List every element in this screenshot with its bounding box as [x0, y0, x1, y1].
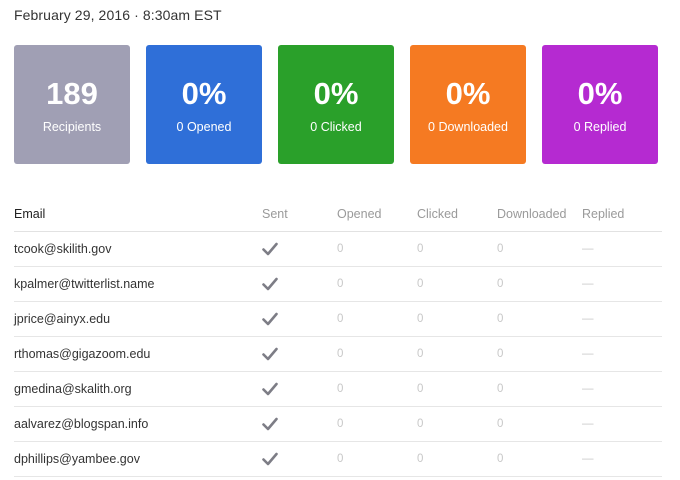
- opened-card: 0% 0 Opened: [146, 45, 262, 164]
- replied-card: 0% 0 Replied: [542, 45, 658, 164]
- table-row[interactable]: jprice@ainyx.edu 0 0 0 —: [14, 302, 662, 337]
- recipient-email[interactable]: dphillips@yambee.gov: [14, 452, 140, 466]
- table-row[interactable]: aalvarez@blogspan.info 0 0 0 —: [14, 407, 662, 442]
- replied-percent: 0%: [577, 76, 623, 111]
- clicked-count: 0: [417, 418, 424, 430]
- column-header-downloaded[interactable]: Downloaded: [497, 207, 567, 221]
- check-icon: [262, 312, 278, 326]
- recipient-email[interactable]: gmedina@skalith.org: [14, 382, 132, 396]
- clicked-percent: 0%: [313, 76, 359, 111]
- clicked-count: 0: [417, 243, 424, 255]
- opened-count: 0: [337, 313, 344, 325]
- stats-cards: 189 Recipients 0% 0 Opened 0% 0 Clicked …: [14, 45, 658, 164]
- clicked-card: 0% 0 Clicked: [278, 45, 394, 164]
- opened-count: 0: [337, 383, 344, 395]
- replied-status: —: [582, 383, 594, 395]
- downloaded-percent: 0%: [445, 76, 491, 111]
- recipients-card: 189 Recipients: [14, 45, 130, 164]
- column-header-replied[interactable]: Replied: [582, 207, 624, 221]
- downloaded-count: 0: [497, 278, 504, 290]
- replied-label: 0 Replied: [573, 120, 627, 134]
- table-row[interactable]: rthomas@gigazoom.edu 0 0 0 —: [14, 337, 662, 372]
- check-icon: [262, 452, 278, 466]
- downloaded-card: 0% 0 Downloaded: [410, 45, 526, 164]
- recipient-email[interactable]: rthomas@gigazoom.edu: [14, 347, 150, 361]
- opened-label: 0 Opened: [176, 120, 232, 134]
- table-row[interactable]: tcook@skilith.gov 0 0 0 —: [14, 232, 662, 267]
- clicked-count: 0: [417, 453, 424, 465]
- downloaded-count: 0: [497, 453, 504, 465]
- send-date: February 29, 2016 · 8:30am EST: [14, 7, 222, 23]
- check-icon: [262, 277, 278, 291]
- recipients-count: 189: [46, 76, 98, 111]
- table-body: tcook@skilith.gov 0 0 0— kpalmer@twitterlist…: [14, 232, 662, 477]
- clicked-count: 0: [417, 348, 424, 360]
- check-icon: [262, 382, 278, 396]
- replied-status: —: [582, 348, 594, 360]
- table-row[interactable]: dphillips@yambee.gov 0 0 0 —: [14, 442, 662, 477]
- replied-status: —: [582, 313, 594, 325]
- check-icon: [262, 242, 278, 256]
- column-header-email[interactable]: Email: [14, 207, 45, 221]
- check-icon: [262, 347, 278, 361]
- replied-status: —: [582, 278, 594, 290]
- recipients-table: Email Sent Opened Clicked Downloaded Rep…: [14, 196, 662, 477]
- downloaded-count: 0: [497, 243, 504, 255]
- downloaded-count: 0: [497, 383, 504, 395]
- opened-count: 0: [337, 243, 344, 255]
- column-header-clicked[interactable]: Clicked: [417, 207, 458, 221]
- clicked-label: 0 Clicked: [310, 120, 362, 134]
- opened-count: 0: [337, 453, 344, 465]
- opened-count: 0: [337, 278, 344, 290]
- check-icon: [262, 417, 278, 431]
- column-header-sent[interactable]: Sent: [262, 207, 288, 221]
- downloaded-count: 0: [497, 348, 504, 360]
- table-header: Email Sent Opened Clicked Downloaded Rep…: [14, 196, 662, 232]
- replied-status: —: [582, 418, 594, 430]
- recipient-email[interactable]: jprice@ainyx.edu: [14, 312, 110, 326]
- downloaded-label: 0 Downloaded: [428, 120, 508, 134]
- clicked-count: 0: [417, 313, 424, 325]
- downloaded-count: 0: [497, 418, 504, 430]
- opened-count: 0: [337, 418, 344, 430]
- recipient-email[interactable]: aalvarez@blogspan.info: [14, 417, 148, 431]
- clicked-count: 0: [417, 278, 424, 290]
- recipient-email[interactable]: tcook@skilith.gov: [14, 242, 111, 256]
- recipients-label: Recipients: [42, 120, 102, 134]
- downloaded-count: 0: [497, 313, 504, 325]
- table-row[interactable]: kpalmer@twitterlist.name 0 0 0 —: [14, 267, 662, 302]
- opened-percent: 0%: [181, 76, 227, 111]
- table-row[interactable]: gmedina@skalith.org 0 0 0 —: [14, 372, 662, 407]
- replied-status: —: [582, 453, 594, 465]
- opened-count: 0: [337, 348, 344, 360]
- clicked-count: 0: [417, 383, 424, 395]
- recipient-email[interactable]: kpalmer@twitterlist.name: [14, 277, 155, 291]
- column-header-opened[interactable]: Opened: [337, 207, 381, 221]
- replied-status: —: [582, 243, 594, 255]
